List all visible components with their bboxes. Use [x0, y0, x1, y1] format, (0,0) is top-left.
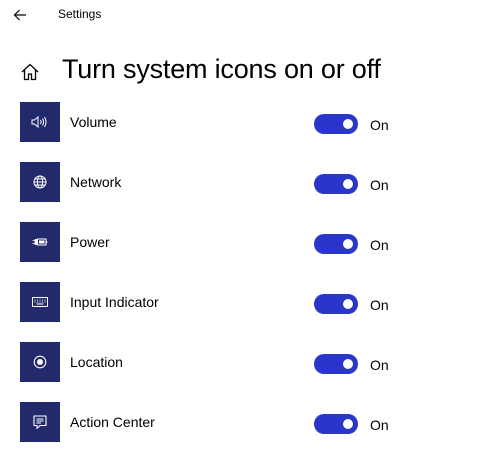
keyboard-icon [32, 297, 48, 307]
title-bar: Settings [0, 0, 503, 30]
home-button[interactable] [18, 60, 42, 84]
battery-plug-icon [32, 238, 48, 246]
setting-row-location: Location On [0, 342, 503, 384]
network-tile [20, 162, 60, 202]
home-icon [21, 63, 39, 81]
toggle-state-text: On [370, 417, 389, 433]
setting-label: Network [70, 174, 122, 190]
app-title: Settings [58, 7, 102, 21]
setting-row-action-center: Action Center On [0, 402, 503, 444]
toggle-knob [343, 239, 353, 249]
setting-row-input-indicator: Input Indicator On [0, 282, 503, 324]
setting-label: Power [70, 234, 110, 250]
volume-icon [31, 115, 47, 129]
setting-label: Location [70, 354, 123, 370]
toggle-knob [343, 179, 353, 189]
location-toggle[interactable] [314, 354, 358, 374]
setting-label: Action Center [70, 414, 155, 430]
volume-tile [20, 102, 60, 142]
action-center-toggle[interactable] [314, 414, 358, 434]
toggle-state-text: On [370, 297, 389, 313]
setting-label: Input Indicator [70, 294, 159, 310]
toggle-knob [343, 359, 353, 369]
toggle-state-text: On [370, 357, 389, 373]
location-tile [20, 342, 60, 382]
back-arrow-icon [13, 9, 26, 21]
toggle-knob [343, 419, 353, 429]
globe-icon [33, 175, 47, 189]
volume-toggle[interactable] [314, 114, 358, 134]
input-indicator-tile [20, 282, 60, 322]
power-tile [20, 222, 60, 262]
setting-row-network: Network On [0, 162, 503, 204]
toggle-knob [343, 119, 353, 129]
setting-row-power: Power On [0, 222, 503, 264]
input-indicator-toggle[interactable] [314, 294, 358, 314]
location-target-icon [33, 355, 47, 369]
toggle-state-text: On [370, 117, 389, 133]
toggle-state-text: On [370, 237, 389, 253]
power-toggle[interactable] [314, 234, 358, 254]
back-button[interactable] [6, 2, 34, 28]
page-title: Turn system icons on or off [62, 54, 381, 84]
setting-label: Volume [70, 114, 117, 130]
toggle-knob [343, 299, 353, 309]
chat-message-icon [33, 414, 47, 429]
setting-row-volume: Volume On [0, 102, 503, 144]
page-header: Turn system icons on or off [0, 50, 503, 92]
toggle-state-text: On [370, 177, 389, 193]
action-center-tile [20, 402, 60, 442]
network-toggle[interactable] [314, 174, 358, 194]
